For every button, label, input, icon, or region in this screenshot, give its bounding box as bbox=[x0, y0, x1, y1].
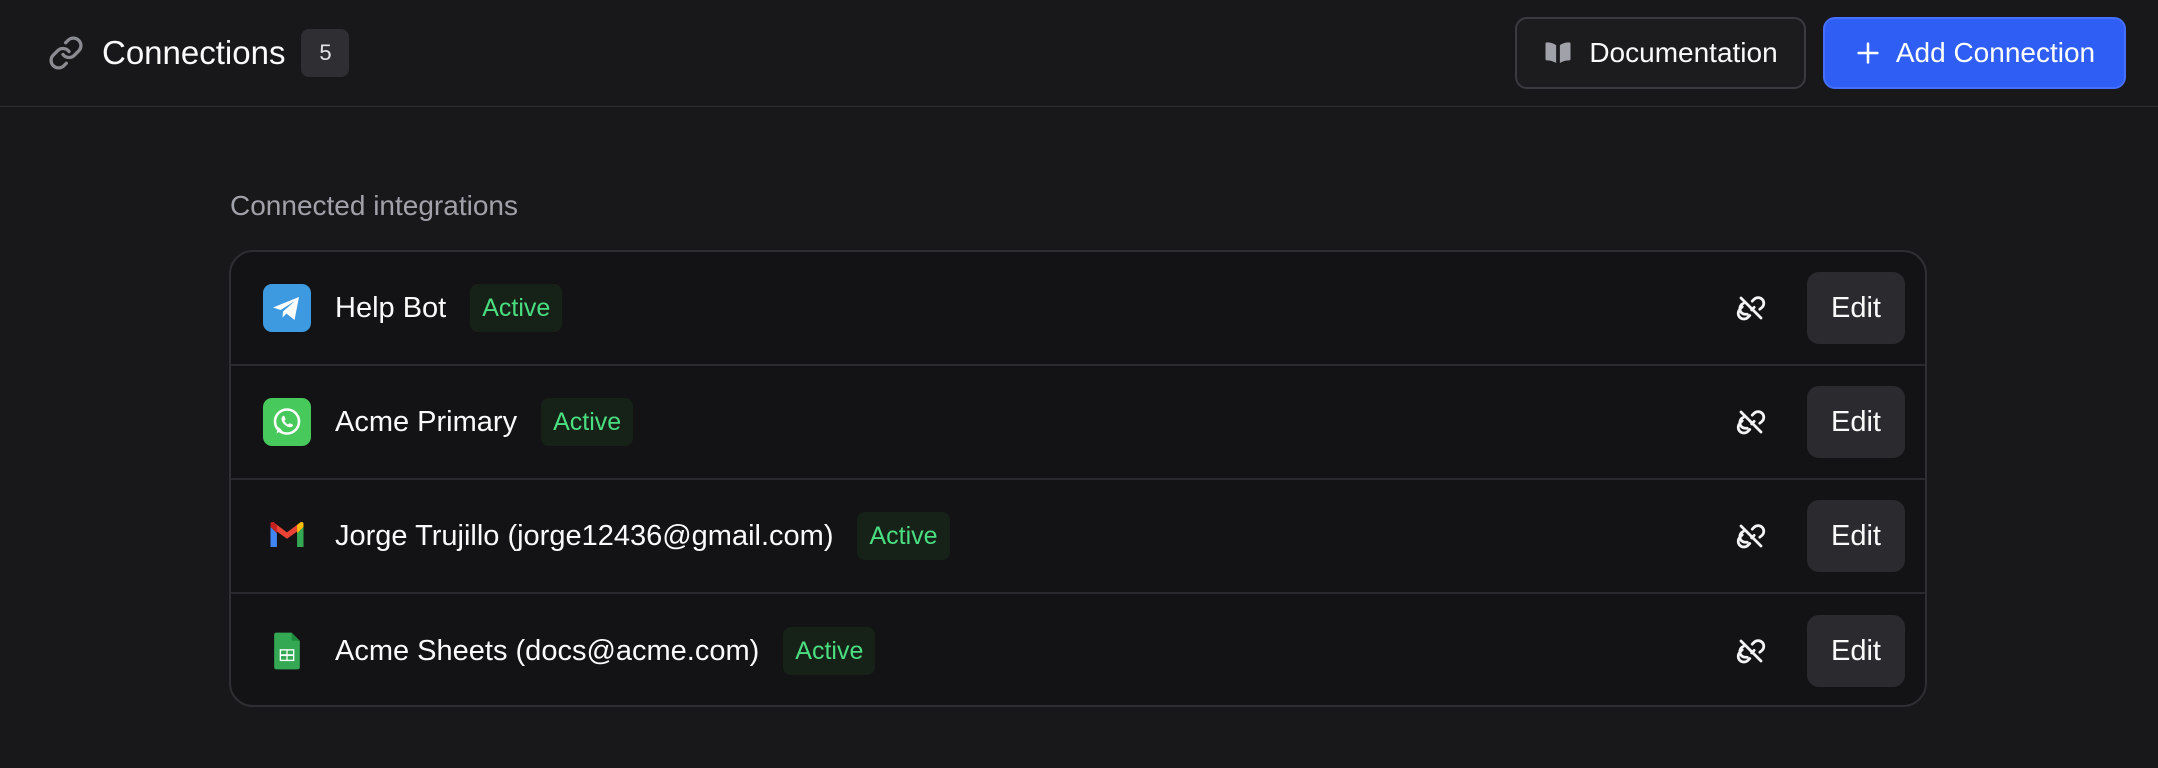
connection-row: Jorge Trujillo (jorge12436@gmail.com) Ac… bbox=[231, 480, 1925, 594]
page-title: Connections bbox=[102, 34, 286, 71]
documentation-button[interactable]: Documentation bbox=[1515, 17, 1806, 89]
google-sheets-icon bbox=[263, 627, 311, 675]
unlink-icon[interactable] bbox=[1721, 621, 1781, 681]
status-badge: Active bbox=[857, 512, 950, 560]
book-open-icon bbox=[1543, 38, 1573, 68]
unlink-icon[interactable] bbox=[1721, 506, 1781, 566]
connection-name: Acme Sheets (docs@acme.com) bbox=[335, 634, 760, 667]
unlink-icon[interactable] bbox=[1721, 278, 1781, 338]
title-group: Connections 5 bbox=[48, 29, 350, 77]
telegram-icon bbox=[263, 284, 311, 332]
whatsapp-icon bbox=[263, 398, 311, 446]
connection-row: Acme Sheets (docs@acme.com) Active Edit bbox=[231, 594, 1925, 705]
unlink-icon[interactable] bbox=[1721, 392, 1781, 452]
edit-button[interactable]: Edit bbox=[1807, 500, 1905, 572]
add-connection-label: Add Connection bbox=[1895, 37, 2096, 68]
plus-icon bbox=[1854, 39, 1882, 67]
count-badge: 5 bbox=[301, 29, 350, 77]
connection-row: Acme Primary Active Edit bbox=[231, 366, 1925, 480]
status-badge: Active bbox=[541, 398, 634, 446]
link-icon bbox=[48, 35, 84, 71]
connection-row: Help Bot Active Edit bbox=[231, 252, 1925, 366]
documentation-label: Documentation bbox=[1589, 37, 1778, 68]
section-label: Connected integrations bbox=[230, 190, 518, 221]
connections-list: Help Bot Active Edit Acme Primary Active bbox=[229, 250, 1927, 707]
edit-button[interactable]: Edit bbox=[1807, 615, 1905, 687]
edit-button[interactable]: Edit bbox=[1807, 272, 1905, 344]
edit-button[interactable]: Edit bbox=[1807, 386, 1905, 458]
gmail-icon bbox=[263, 512, 311, 560]
top-bar: Connections 5 Documentation Add Connecti… bbox=[0, 0, 2158, 107]
connection-name: Acme Primary bbox=[335, 405, 518, 438]
add-connection-button[interactable]: Add Connection bbox=[1823, 17, 2126, 89]
status-badge: Active bbox=[783, 627, 876, 675]
status-badge: Active bbox=[470, 284, 563, 332]
connection-name: Help Bot bbox=[335, 291, 447, 324]
connection-name: Jorge Trujillo (jorge12436@gmail.com) bbox=[335, 519, 834, 552]
